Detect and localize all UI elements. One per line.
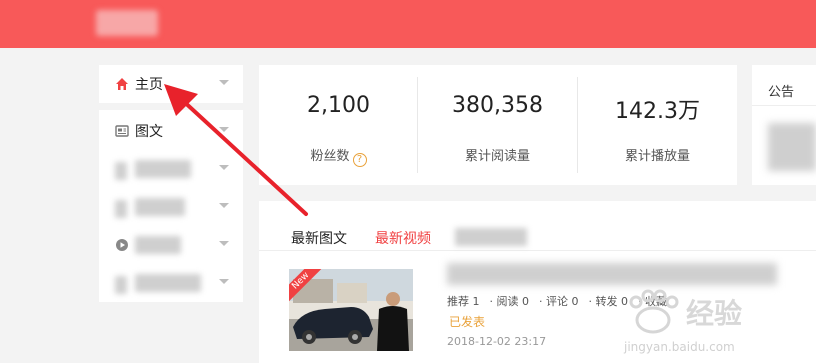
sidebar-item-home-label: 主页 (135, 77, 163, 93)
blurred-label (135, 236, 181, 254)
article-date: 2018-12-02 23:17 (447, 335, 547, 348)
blurred-logo[interactable] (96, 10, 158, 36)
blurred-label (135, 274, 201, 292)
sidebar-item-blurred-2[interactable] (99, 188, 243, 226)
stat-followers: 2,100 粉丝数? (259, 65, 418, 185)
home-icon (115, 77, 129, 91)
stat-label: 粉丝数? (259, 145, 418, 167)
paw-logo-icon (629, 289, 679, 334)
divider (752, 105, 816, 106)
sidebar-nav: 图文 (99, 110, 243, 302)
sidebar-item-blurred-1[interactable] (99, 150, 243, 188)
chevron-down-icon (219, 80, 229, 85)
help-icon[interactable]: ? (352, 153, 367, 167)
sidebar-item-articles[interactable]: 图文 (99, 112, 243, 150)
baidu-jingyan-watermark: 经验 jingyan.baidu.com (618, 288, 816, 363)
chevron-down-icon (219, 203, 229, 208)
stat-label-text: 粉丝数 (310, 149, 350, 164)
stat-label: 累计阅读量 (464, 149, 530, 164)
article-icon (115, 124, 129, 138)
blurred-label (135, 160, 191, 178)
article-thumbnail[interactable]: New (289, 269, 413, 351)
sidebar-item-home[interactable]: 主页 (99, 65, 243, 103)
sidebar-item-video[interactable] (99, 226, 243, 264)
play-icon (115, 238, 129, 252)
notice-card: 公告 (752, 65, 816, 185)
tab-latest-videos[interactable]: 最新视频 (375, 228, 431, 248)
blurred-label (135, 198, 185, 216)
content-tabs: 最新图文 最新视频 (259, 201, 816, 251)
chevron-down-icon (219, 127, 229, 132)
meta-read: 阅读 0 (496, 295, 530, 308)
stat-plays: 142.3万 累计播放量 (578, 65, 737, 185)
article-title-blurred[interactable] (447, 263, 777, 285)
stat-value: 142.3万 (615, 99, 700, 124)
meta-recommend: 推荐 1 (447, 295, 480, 308)
tab-latest-articles[interactable]: 最新图文 (291, 228, 347, 248)
notice-title: 公告 (768, 85, 795, 100)
blurred-icon (115, 200, 129, 218)
chevron-down-icon (219, 165, 229, 170)
stats-card: 2,100 粉丝数? 380,358 累计阅读量 142.3万 累计播放量 (259, 65, 737, 185)
sidebar-item-articles-label: 图文 (135, 124, 163, 140)
stat-value: 380,358 (452, 93, 543, 118)
chevron-down-icon (219, 241, 229, 246)
meta-comment: 评论 0 (546, 295, 579, 308)
stat-value: 2,100 (307, 93, 370, 118)
chevron-down-icon (219, 279, 229, 284)
blurred-icon (115, 276, 129, 294)
blurred-notice-content[interactable] (768, 123, 816, 171)
blurred-icon (115, 162, 129, 180)
sidebar-item-blurred-4[interactable] (99, 264, 243, 302)
stat-label: 累计播放量 (624, 149, 690, 164)
tab-blurred[interactable] (455, 228, 527, 246)
top-header-bar (0, 0, 816, 48)
status-badge: 已发表 (449, 315, 486, 329)
watermark-brand: 经验 (686, 297, 743, 330)
stat-reads: 380,358 累计阅读量 (418, 65, 577, 185)
watermark-url: jingyan.baidu.com (624, 340, 735, 354)
